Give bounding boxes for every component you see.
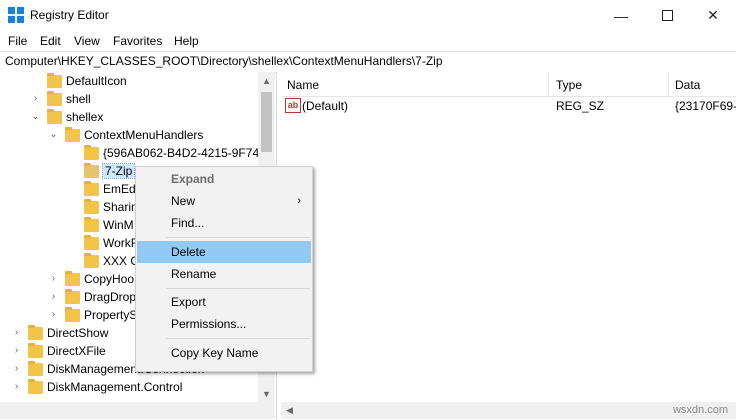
folder-icon (84, 198, 99, 214)
tree-item[interactable]: shell (47, 90, 91, 108)
menu-separator (166, 338, 310, 339)
tree-item[interactable]: {596AB062-B4D2-4215-9F74- (84, 144, 263, 162)
folder-icon (65, 306, 80, 322)
scroll-left-icon[interactable]: ◀ (281, 402, 298, 419)
folder-icon (65, 288, 80, 304)
folder-icon (28, 378, 43, 394)
close-button[interactable]: ✕ (690, 0, 736, 31)
value-data[interactable]: {23170F69- (675, 99, 736, 113)
menu-item-new[interactable]: New › (137, 190, 311, 212)
tree-item[interactable]: XXX G (84, 252, 140, 270)
menu-item-find[interactable]: Find... (137, 212, 311, 234)
list-horizontal-scrollbar[interactable] (281, 402, 736, 419)
expand-icon[interactable]: › (12, 382, 21, 392)
folder-icon (84, 234, 99, 250)
context-menu: Expand New › Find... Delete Rename Export… (135, 166, 313, 372)
column-divider[interactable] (668, 72, 669, 96)
scroll-down-icon[interactable]: ▼ (258, 385, 275, 402)
column-type[interactable]: Type (556, 78, 582, 92)
menu-item-rename[interactable]: Rename (137, 263, 311, 285)
value-name[interactable]: (Default) (302, 99, 348, 113)
folder-icon (28, 342, 43, 358)
tree-item-selected[interactable]: 7-Zip (84, 162, 136, 180)
tree-item[interactable]: DirectXFile (28, 342, 106, 360)
value-type[interactable]: REG_SZ (556, 99, 604, 113)
minimize-button[interactable]: — (598, 0, 644, 31)
expand-icon[interactable]: › (12, 346, 21, 356)
tree-item[interactable]: DefaultIcon (47, 72, 127, 90)
tree-item[interactable]: shellex (47, 108, 103, 126)
folder-icon (84, 180, 99, 196)
menu-bar (0, 31, 736, 51)
menu-item-expand[interactable]: Expand (137, 168, 311, 190)
tree-item[interactable]: DiskManagement.Control (28, 378, 182, 396)
tree-item[interactable]: Sharin (84, 198, 138, 216)
expand-icon[interactable]: › (49, 292, 58, 302)
menu-item-new-label: New (171, 194, 196, 208)
scroll-up-icon[interactable]: ▲ (258, 72, 275, 89)
folder-icon (28, 324, 43, 340)
folder-icon (47, 108, 62, 124)
folder-icon (47, 72, 62, 88)
menu-item-permissions[interactable]: Permissions... (137, 313, 311, 335)
string-value-icon: ab (285, 98, 301, 113)
menu-item-export[interactable]: Export (137, 291, 311, 313)
tree-horizontal-scrollbar[interactable] (0, 402, 275, 419)
collapse-icon[interactable]: ⌄ (49, 130, 58, 140)
column-divider[interactable] (548, 72, 549, 96)
scroll-thumb[interactable] (261, 92, 272, 152)
tree-item[interactable]: DragDrop (65, 288, 136, 306)
tree-item[interactable]: CopyHoo (65, 270, 134, 288)
chevron-right-icon: › (297, 195, 301, 207)
folder-icon (65, 126, 80, 142)
expand-icon[interactable]: › (49, 274, 58, 284)
registry-editor-icon (8, 7, 24, 23)
folder-icon (84, 252, 99, 268)
expand-icon[interactable]: › (12, 328, 21, 338)
tree-item[interactable]: WorkF (84, 234, 138, 252)
tree-item[interactable]: ContextMenuHandlers (65, 126, 203, 144)
tree-item[interactable]: PropertyS (65, 306, 137, 324)
maximize-button[interactable] (644, 0, 690, 31)
menu-item-copy-key-name[interactable]: Copy Key Name (137, 342, 311, 364)
menu-file[interactable]: File (8, 34, 27, 48)
menu-help[interactable]: Help (174, 34, 199, 48)
menu-edit[interactable]: Edit (40, 34, 61, 48)
expand-icon[interactable]: › (31, 94, 40, 104)
menu-favorites[interactable]: Favorites (113, 34, 162, 48)
folder-icon (65, 270, 80, 286)
folder-icon (47, 90, 62, 106)
tree-item[interactable]: EmEd (84, 180, 136, 198)
menu-view[interactable]: View (74, 34, 100, 48)
tree-item[interactable]: DirectShow (28, 324, 108, 342)
menu-separator (166, 237, 310, 238)
expand-icon[interactable]: › (49, 310, 58, 320)
menu-separator (166, 288, 310, 289)
folder-icon (84, 144, 99, 160)
tree-item[interactable]: WinM (84, 216, 134, 234)
folder-icon (84, 216, 99, 232)
column-data[interactable]: Data (675, 78, 700, 92)
collapse-icon[interactable]: ⌄ (31, 112, 40, 122)
watermark: wsxdn.com (672, 404, 728, 416)
folder-icon (84, 162, 99, 178)
column-name[interactable]: Name (287, 78, 319, 92)
folder-icon (28, 360, 43, 376)
expand-icon[interactable]: › (12, 364, 21, 374)
window-title: Registry Editor (30, 8, 109, 22)
address-path[interactable]: Computer\HKEY_CLASSES_ROOT\Directory\she… (5, 54, 443, 68)
menu-item-delete[interactable]: Delete (137, 241, 311, 263)
